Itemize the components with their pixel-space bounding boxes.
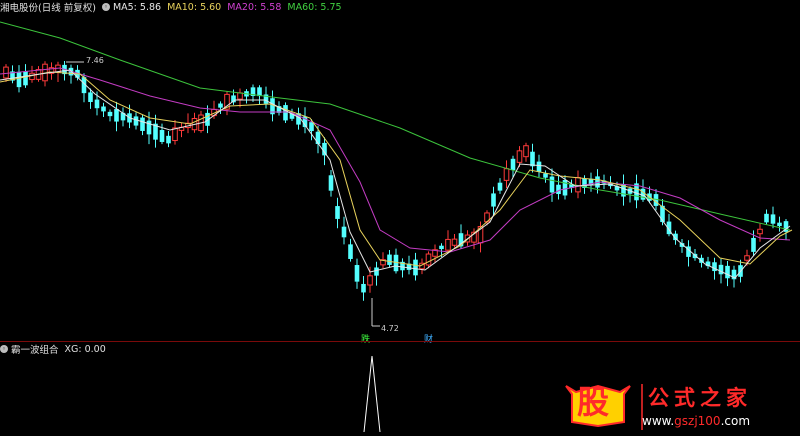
low-price-label: 4.72 xyxy=(381,324,399,333)
candle-body xyxy=(322,142,327,156)
candle-body xyxy=(497,182,503,191)
candle-body xyxy=(510,158,516,170)
candle-body xyxy=(640,188,646,200)
indicator-signal-line xyxy=(363,355,381,433)
ma60-line xyxy=(0,21,791,231)
candle-body xyxy=(387,254,392,265)
indicator-circle-icon[interactable]: ◦ xyxy=(0,345,8,353)
candle-body xyxy=(491,193,496,207)
ma5-line xyxy=(0,69,791,279)
indicator-header: ◦ 霸一波组合 XG: 0.00 xyxy=(0,342,112,356)
candle-body xyxy=(107,111,113,117)
ma20-line xyxy=(0,67,791,253)
candle-body xyxy=(3,66,9,79)
candle-body xyxy=(309,122,314,132)
stock-chart-window: 湘电股份(日线 前复权) ◦ MA5: 5.86 MA10: 5.60 MA20… xyxy=(0,0,800,436)
pane-separator[interactable] xyxy=(0,341,800,342)
candle-body xyxy=(764,213,769,223)
candle-body xyxy=(451,238,458,246)
candle-body xyxy=(725,265,730,279)
watermark-title: 公式之家 xyxy=(648,385,752,410)
candle-body xyxy=(101,106,106,112)
candle-body xyxy=(543,173,548,178)
candle-body xyxy=(237,92,243,100)
candle-body xyxy=(503,168,510,181)
candle-body xyxy=(159,130,165,142)
candle-body xyxy=(283,105,288,121)
candle-body xyxy=(712,262,717,272)
candle-body xyxy=(88,92,93,103)
indicator-xg: XG: 0.00 xyxy=(64,343,106,355)
candle-body xyxy=(718,264,724,275)
candle-body xyxy=(114,109,119,122)
candle-body xyxy=(328,175,334,191)
candle-body xyxy=(575,176,581,193)
candlestick-chart[interactable] xyxy=(0,0,800,436)
candle-body xyxy=(439,245,444,250)
candle-body xyxy=(341,226,347,238)
candle-body xyxy=(770,214,776,224)
candle-body xyxy=(367,275,373,286)
watermark-logo: 股 公式之家 www.gszj100.com xyxy=(558,378,798,436)
marker-die: 跌 xyxy=(361,335,371,345)
indicator-title[interactable]: 霸一波组合 xyxy=(11,342,59,356)
candle-body xyxy=(523,145,529,158)
candle-body xyxy=(94,99,100,109)
candle-body xyxy=(536,161,542,172)
candle-body xyxy=(413,259,418,276)
candle-body xyxy=(374,267,379,276)
candle-body xyxy=(425,253,432,266)
candle-body xyxy=(348,244,353,259)
candle-body xyxy=(445,238,451,251)
candle-body xyxy=(218,103,223,108)
high-price-label: 7.46 xyxy=(86,56,104,65)
candle-body xyxy=(354,265,360,282)
candle-body xyxy=(361,283,366,293)
candle-body xyxy=(23,71,28,86)
candle-body xyxy=(140,117,145,131)
candle-body xyxy=(744,255,750,261)
candle-body xyxy=(556,184,561,195)
candle-body xyxy=(777,222,782,227)
candle-body xyxy=(516,150,523,163)
candle-body xyxy=(172,127,178,142)
candle-body xyxy=(335,206,340,219)
candle-body xyxy=(146,120,152,135)
candle-body xyxy=(166,135,171,144)
watermark-glyph: 股 xyxy=(576,383,609,421)
marker-cai: 财 xyxy=(424,335,434,345)
candle-body xyxy=(757,228,763,235)
candle-body xyxy=(530,151,535,167)
candle-body xyxy=(549,176,555,193)
candle-body xyxy=(16,71,22,88)
candle-body xyxy=(751,237,756,252)
watermark-url: www.gszj100.com xyxy=(642,414,751,428)
candle-body xyxy=(315,131,321,145)
candle-body xyxy=(133,116,139,126)
